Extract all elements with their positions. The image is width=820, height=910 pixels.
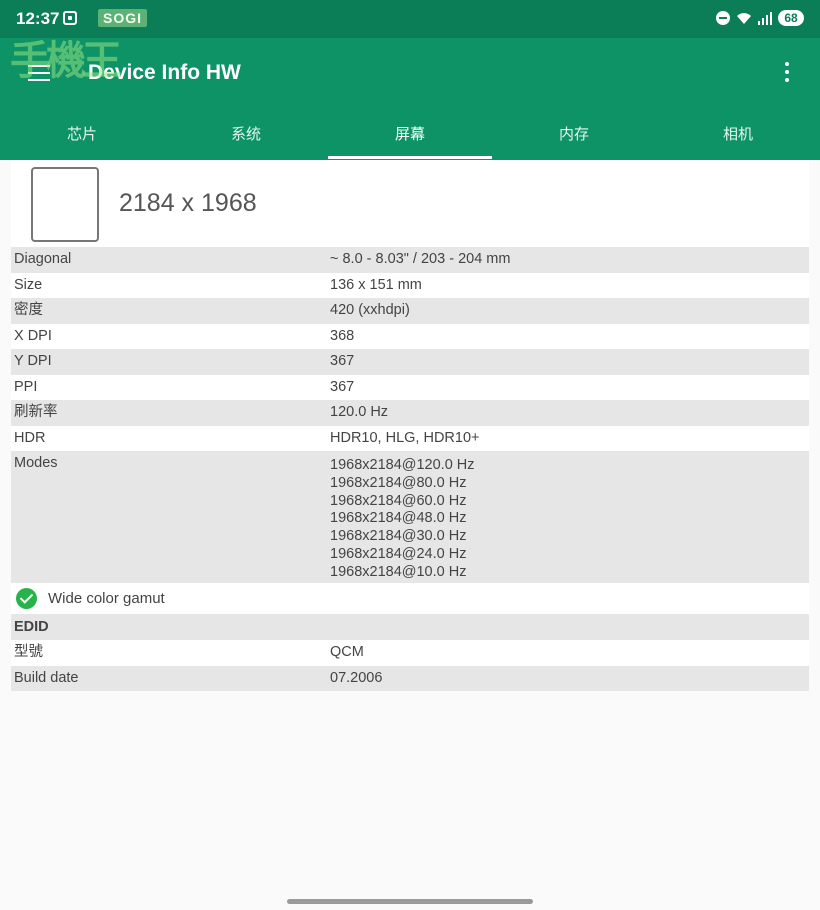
tab-camera[interactable]: 相机 [656, 120, 820, 160]
info-row-size: Size 136 x 151 mm [11, 272, 809, 298]
info-value: HDR10, HLG, HDR10+ [330, 429, 480, 446]
info-value: 368 [330, 327, 355, 344]
mode-item: 1968x2184@120.0 Hz [330, 457, 475, 473]
check-circle-icon [16, 588, 37, 609]
tab-bar: 芯片 系统 屏幕 内存 相机 [0, 120, 820, 160]
gesture-nav-handle[interactable] [287, 899, 533, 904]
app-title: Device Info HW [88, 61, 241, 84]
info-label: Size [14, 276, 43, 293]
screen-summary: 2184 x 1968 [11, 160, 809, 247]
info-row-refresh-rate: 刷新率 120.0 Hz [11, 400, 809, 426]
do-not-disturb-icon [716, 11, 730, 25]
info-row-density: 密度 420 (xxhdpi) [11, 298, 809, 324]
info-label: X DPI [14, 327, 52, 344]
menu-icon[interactable] [28, 65, 50, 81]
info-label: Build date [14, 669, 79, 686]
info-label: Diagonal [14, 251, 72, 267]
info-value: 07.2006 [330, 669, 383, 686]
info-row-model: 型號 QCM [11, 640, 809, 666]
modes-list: 1968x2184@120.0 Hz 1968x2184@80.0 Hz 196… [330, 451, 809, 583]
info-value: 136 x 151 mm [330, 276, 422, 293]
status-bar: 12:37 68 [0, 0, 820, 38]
status-time: 12:37 [16, 9, 60, 28]
info-row-hdr: HDR HDR10, HLG, HDR10+ [11, 425, 809, 451]
mode-item: 1968x2184@30.0 Hz [330, 528, 467, 545]
info-row-modes: Modes 1968x2184@120.0 Hz 1968x2184@80.0 … [11, 451, 809, 583]
info-value: 120.0 Hz [330, 404, 389, 420]
app-bar: Device Info HW 芯片 系统 屏幕 内存 相机 [0, 38, 820, 160]
screenshot-icon [63, 11, 77, 25]
info-value: ~ 8.0 - 8.03" / 203 - 204 mm [330, 251, 511, 267]
info-row-xdpi: X DPI 368 [11, 323, 809, 349]
tab-chip[interactable]: 芯片 [0, 120, 164, 160]
mode-item: 1968x2184@48.0 Hz [330, 510, 467, 527]
mode-item: 1968x2184@24.0 Hz [330, 545, 467, 562]
mode-item: 1968x2184@60.0 Hz [330, 492, 467, 509]
info-value: 367 [330, 353, 355, 369]
wide-color-gamut-label: Wide color gamut [48, 590, 165, 607]
info-label: PPI [14, 378, 38, 395]
info-row-ydpi: Y DPI 367 [11, 349, 809, 375]
tab-system[interactable]: 系统 [164, 120, 328, 160]
info-label: 刷新率 [14, 404, 58, 420]
info-label: 密度 [14, 302, 43, 318]
screen-icon [31, 167, 99, 242]
battery-level: 68 [778, 10, 804, 26]
wide-color-gamut-row: Wide color gamut [11, 583, 809, 614]
info-row-ppi: PPI 367 [11, 374, 809, 400]
tab-screen[interactable]: 屏幕 [328, 120, 492, 160]
info-label: 型號 [14, 644, 43, 660]
info-value: QCM [330, 644, 364, 660]
info-label: Modes [14, 455, 58, 471]
info-label: Y DPI [14, 353, 52, 369]
edid-section-header: EDID [11, 614, 809, 640]
mode-item: 1968x2184@10.0 Hz [330, 563, 467, 580]
info-row-diagonal: Diagonal ~ 8.0 - 8.03" / 203 - 204 mm [11, 247, 809, 273]
info-label: HDR [14, 429, 46, 446]
mode-item: 1968x2184@80.0 Hz [330, 474, 467, 491]
info-row-build-date: Build date 07.2006 [11, 665, 809, 691]
wifi-icon [736, 12, 752, 25]
signal-icon [758, 11, 772, 25]
info-value: 420 (xxhdpi) [330, 302, 410, 318]
screen-info-panel: 2184 x 1968 Diagonal ~ 8.0 - 8.03" / 203… [11, 160, 809, 691]
more-options-icon[interactable] [780, 62, 794, 84]
info-value: 367 [330, 378, 355, 395]
status-icons: 68 [716, 10, 804, 26]
screen-resolution: 2184 x 1968 [119, 189, 257, 217]
tab-memory[interactable]: 内存 [492, 120, 656, 160]
